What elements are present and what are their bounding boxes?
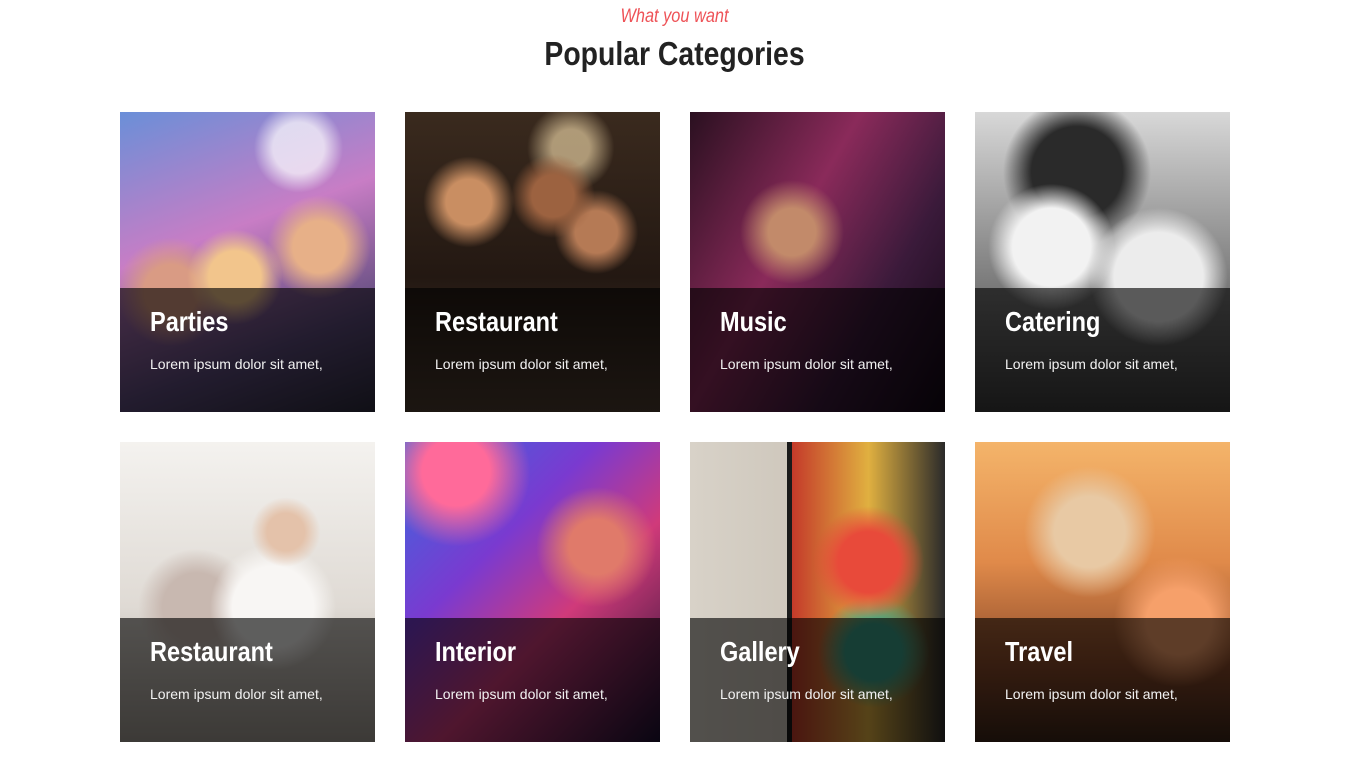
category-card-restaurant[interactable]: Restaurant Lorem ipsum dolor sit amet, — [405, 112, 660, 412]
category-title: Gallery — [720, 636, 800, 667]
category-title: Travel — [1005, 636, 1074, 667]
category-description: Lorem ipsum dolor sit amet, — [150, 686, 323, 702]
category-card-music[interactable]: Music Lorem ipsum dolor sit amet, — [690, 112, 945, 412]
page-title: Popular Categories — [544, 35, 805, 72]
category-description: Lorem ipsum dolor sit amet, — [435, 356, 608, 372]
category-description: Lorem ipsum dolor sit amet, — [720, 356, 893, 372]
section-eyebrow: What you want — [620, 6, 729, 27]
category-title: Catering — [1005, 306, 1101, 337]
category-title: Interior — [435, 636, 517, 667]
category-card-catering[interactable]: Catering Lorem ipsum dolor sit amet, — [975, 112, 1230, 412]
category-description: Lorem ipsum dolor sit amet, — [1005, 356, 1178, 372]
category-card-travel[interactable]: Travel Lorem ipsum dolor sit amet, — [975, 442, 1230, 742]
category-card-parties[interactable]: Parties Lorem ipsum dolor sit amet, — [120, 112, 375, 412]
category-description: Lorem ipsum dolor sit amet, — [150, 356, 323, 372]
category-description: Lorem ipsum dolor sit amet, — [435, 686, 608, 702]
category-title: Music — [720, 306, 787, 337]
category-description: Lorem ipsum dolor sit amet, — [720, 686, 893, 702]
category-card-gallery[interactable]: Gallery Lorem ipsum dolor sit amet, — [690, 442, 945, 742]
category-card-restaurant-2[interactable]: Restaurant Lorem ipsum dolor sit amet, — [120, 442, 375, 742]
category-title: Restaurant — [435, 306, 558, 337]
category-description: Lorem ipsum dolor sit amet, — [1005, 686, 1178, 702]
category-title: Parties — [150, 306, 229, 337]
category-title: Restaurant — [150, 636, 273, 667]
category-card-interior[interactable]: Interior Lorem ipsum dolor sit amet, — [405, 442, 660, 742]
